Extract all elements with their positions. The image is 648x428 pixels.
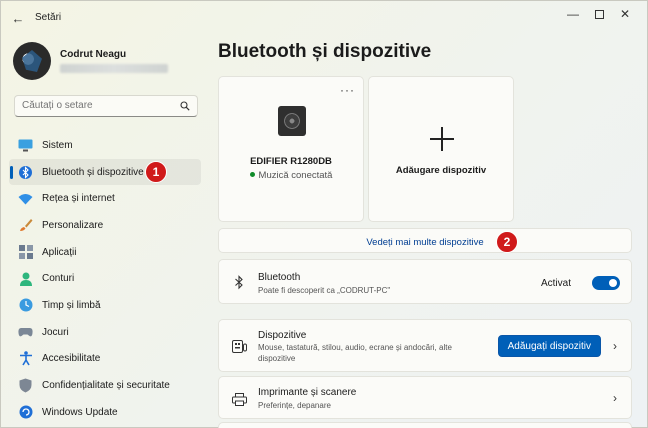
step-badge-2: 2 [496,231,518,253]
minimize-icon: — [567,7,579,21]
active-indicator [10,165,13,179]
title-bar: ← Setări — ✕ [1,1,647,35]
brush-icon [18,218,33,233]
settings-window: ← Setări — ✕ Codrut Neagu Sistem [0,0,648,428]
sidebar-item-label: Aplicații [42,246,77,258]
bluetooth-subtitle: Poate fi descoperit ca „CODRUT-PC" [258,286,391,295]
bluetooth-state-label: Activat [540,278,571,289]
search-icon [180,101,190,111]
printers-subtitle: Preferințe, depanare [258,401,331,410]
sidebar-item-label: Accesibilitate [42,353,101,365]
user-email-redacted [60,64,168,73]
close-button[interactable]: ✕ [612,4,638,24]
sidebar-item-label: Jocuri [42,326,69,338]
monitor-icon [18,138,33,153]
devices-title: Dispozitive [258,330,307,341]
chevron-right-icon: › [613,339,617,353]
sidebar-item-personalizare[interactable]: Personalizare [9,212,201,239]
add-device-label: Adăugare dispozitiv [395,165,487,176]
add-device-button[interactable]: Adăugați dispozitiv [497,335,601,357]
avatar [13,42,51,80]
keyboard-mouse-icon [231,338,247,354]
sidebar-nav: Sistem Bluetooth și dispozitive Rețea și… [9,132,201,426]
gamepad-icon [18,325,33,340]
device-card[interactable]: ··· EDIFIER R1280DB Muzică conectată [218,76,364,222]
sidebar-item-sistem[interactable]: Sistem [9,132,201,159]
maximize-icon [594,9,604,19]
accessibility-icon [18,351,33,366]
sidebar-item-timp[interactable]: Timp și limbă [9,292,201,319]
bluetooth-icon [231,274,247,290]
bluetooth-row: Bluetooth Poate fi descoperit ca „CODRUT… [218,259,632,304]
more-devices-link: Vedeți mai multe dispozitive [366,237,484,248]
sidebar-item-retea[interactable]: Rețea și internet [9,185,201,212]
person-icon [18,271,33,286]
devices-subtitle-cont: dispozitive [258,354,296,363]
search-input[interactable] [22,100,172,111]
sidebar-item-label: Bluetooth și dispozitive [42,166,144,178]
bluetooth-toggle[interactable] [592,276,620,290]
arrow-left-icon: ← [11,10,25,26]
devices-subtitle: Mouse, tastatură, stilou, audio, ecrane … [258,343,452,352]
more-options-button[interactable]: ··· [340,83,355,97]
device-status: Muzică conectată [219,170,363,181]
sidebar-item-accesibilitate[interactable]: Accesibilitate [9,346,201,373]
page-title: Bluetooth și dispozitive [218,41,432,62]
device-name: EDIFIER R1280DB [250,156,332,167]
sidebar-item-windows-update[interactable]: Windows Update [9,399,201,426]
add-device-card[interactable]: Adăugare dispozitiv [368,76,514,222]
sidebar-item-label: Confidențialitate și securitate [42,380,170,392]
shield-icon [18,378,33,393]
wifi-icon [18,191,33,206]
sidebar-item-confidentialitate[interactable]: Confidențialitate și securitate [9,372,201,399]
close-icon: ✕ [619,7,631,21]
search-box[interactable] [14,95,198,117]
plus-icon [430,127,454,151]
back-button[interactable]: ← [9,9,27,27]
apps-icon [18,245,33,260]
devices-row[interactable]: Dispozitive Mouse, tastatură, stilou, au… [218,319,632,372]
sidebar-item-jocuri[interactable]: Jocuri [9,319,201,346]
sidebar-item-label: Conturi [42,273,75,285]
globe-clock-icon [18,298,33,313]
update-icon [18,405,33,420]
chevron-right-icon: › [613,391,617,405]
step-badge-1: 1 [145,161,167,183]
printer-icon [231,391,247,407]
more-devices-button[interactable]: Vedeți mai multe dispozitive [218,228,632,253]
sidebar-item-label: Windows Update [42,406,118,418]
bluetooth-title: Bluetooth [258,272,301,283]
sidebar-item-label: Personalizare [42,219,104,231]
sidebar-item-label: Timp și limbă [42,299,101,311]
sidebar-item-label: Rețea și internet [42,193,115,205]
next-settings-row[interactable] [218,422,632,428]
user-name: Codrut Neagu [60,49,127,60]
bluetooth-icon [18,165,33,180]
sidebar-item-label: Sistem [42,139,73,151]
connected-dot-icon [249,172,255,177]
sidebar-item-conturi[interactable]: Conturi [9,265,201,292]
sidebar-item-aplicatii[interactable]: Aplicații [9,239,201,266]
sidebar-item-bluetooth[interactable]: Bluetooth și dispozitive [9,158,201,186]
printers-row[interactable]: Imprimante și scanere Preferințe, depana… [218,376,632,419]
maximize-button[interactable] [586,4,612,24]
speaker-icon [278,106,306,136]
printers-title: Imprimante și scanere [258,387,357,398]
minimize-button[interactable]: — [560,4,586,24]
app-title: Setări [35,12,62,23]
